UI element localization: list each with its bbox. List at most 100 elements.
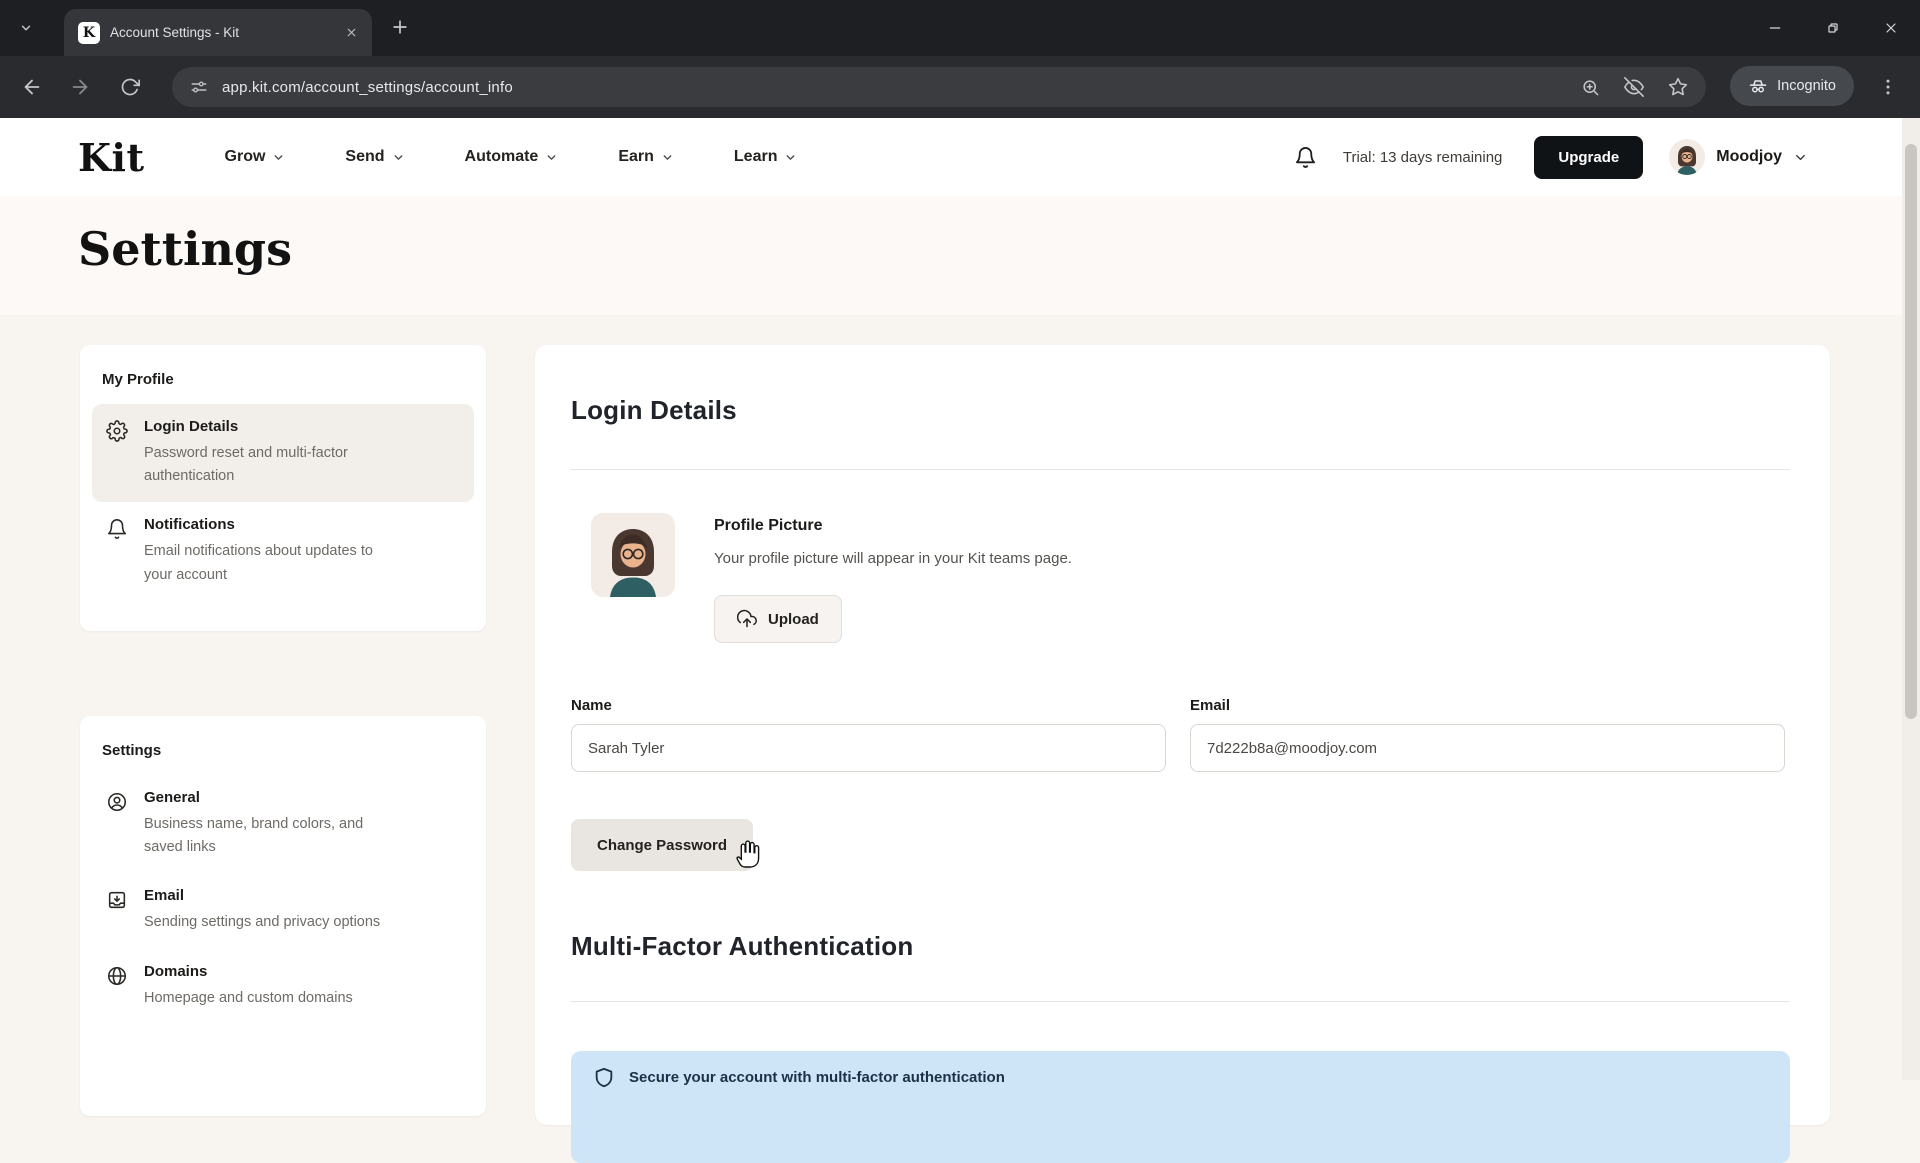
minimize-icon [1767, 20, 1783, 36]
browser-menu-button[interactable] [1878, 75, 1898, 99]
tab-search-button[interactable] [12, 14, 40, 42]
sidebar-item-description: Business name, brand colors, and saved l… [144, 813, 388, 859]
profile-picture-description: Your profile picture will appear in your… [714, 550, 1072, 567]
globe-icon [106, 963, 130, 987]
sidebar-item-login-details[interactable]: Login Details Password reset and multi-f… [92, 404, 474, 502]
account-avatar [1669, 139, 1705, 175]
tab-close-icon[interactable] [340, 22, 362, 44]
site-info-icon[interactable] [190, 78, 208, 96]
chevron-down-icon [661, 151, 674, 164]
login-details-panel: Login Details Profile Picture Your profi… [535, 345, 1830, 1125]
name-input[interactable] [571, 724, 1166, 772]
forward-arrow-icon [69, 76, 91, 98]
mfa-info-banner: Secure your account with multi-factor au… [571, 1051, 1790, 1163]
sidebar-item-label: Notifications [144, 516, 388, 533]
zoom-icon[interactable] [1581, 78, 1600, 97]
menu-grow-label: Grow [225, 148, 266, 166]
favicon-letter: K [83, 25, 95, 41]
tab-title: Account Settings - Kit [110, 25, 330, 40]
browser-toolbar: app.kit.com/account_settings/account_inf… [0, 56, 1920, 118]
account-menu[interactable]: Moodjoy [1669, 139, 1808, 175]
plus-icon [390, 17, 410, 37]
window-controls [1746, 0, 1920, 56]
section-heading-login-details: Login Details [571, 395, 737, 426]
profile-picture-label: Profile Picture [714, 517, 822, 535]
app-navbar: Kit Grow Send Automate Earn Learn Trial:… [0, 118, 1902, 196]
omnibox-actions [1581, 77, 1688, 97]
menu-automate[interactable]: Automate [465, 148, 559, 166]
sidebar-item-description: Homepage and custom domains [144, 987, 353, 1010]
gear-icon [106, 418, 130, 442]
address-bar[interactable]: app.kit.com/account_settings/account_inf… [172, 67, 1706, 107]
account-name: Moodjoy [1716, 148, 1782, 166]
restore-icon [1825, 20, 1841, 36]
divider [571, 469, 1790, 470]
sidebar-item-label: Login Details [144, 418, 388, 435]
forward-button[interactable] [62, 69, 98, 105]
scrollbar-thumb[interactable] [1905, 144, 1917, 719]
divider [571, 1001, 1790, 1002]
restore-button[interactable] [1804, 0, 1862, 56]
sidebar-item-domains[interactable]: Domains Homepage and custom domains [92, 949, 474, 1024]
browser-tab[interactable]: K Account Settings - Kit [64, 9, 372, 56]
bell-icon [106, 516, 130, 540]
sidebar-section-title: My Profile [102, 371, 474, 388]
profile-picture-image [591, 513, 675, 597]
close-icon [1883, 20, 1899, 36]
menu-send-label: Send [345, 148, 384, 166]
sidebar-item-description: Password reset and multi-factor authenti… [144, 442, 388, 488]
name-label: Name [571, 697, 612, 714]
sidebar-item-label: General [144, 789, 388, 806]
back-button[interactable] [14, 69, 50, 105]
incognito-badge: Incognito [1730, 66, 1854, 106]
tab-strip: K Account Settings - Kit [0, 0, 1920, 56]
change-password-button[interactable]: Change Password [571, 819, 753, 871]
sidebar-item-notifications[interactable]: Notifications Email notifications about … [92, 502, 474, 600]
menu-learn-label: Learn [734, 148, 778, 166]
menu-automate-label: Automate [465, 148, 539, 166]
url-text: app.kit.com/account_settings/account_inf… [222, 79, 1567, 96]
sidebar-item-description: Sending settings and privacy options [144, 911, 380, 934]
menu-earn[interactable]: Earn [618, 148, 674, 166]
new-tab-button[interactable] [390, 17, 410, 37]
sidebar-settings-card: Settings General Business name, brand co… [80, 716, 486, 1116]
chevron-down-icon [1793, 150, 1808, 165]
shield-icon [593, 1066, 615, 1089]
close-window-button[interactable] [1862, 0, 1920, 56]
trial-status: Trial: 13 days remaining [1343, 149, 1503, 166]
chevron-down-icon [784, 151, 797, 164]
kit-logo[interactable]: Kit [78, 135, 145, 180]
menu-send[interactable]: Send [345, 148, 404, 166]
password-eye-off-icon[interactable] [1624, 77, 1644, 97]
sidebar-item-general[interactable]: General Business name, brand colors, and… [92, 775, 474, 873]
inbox-download-icon [106, 887, 130, 911]
email-input[interactable] [1190, 724, 1785, 772]
upload-button[interactable]: Upload [714, 595, 842, 643]
sidebar-item-email[interactable]: Email Sending settings and privacy optio… [92, 873, 474, 948]
menu-earn-label: Earn [618, 148, 654, 166]
kit-favicon-icon: K [78, 22, 100, 44]
chevron-down-icon [545, 151, 558, 164]
page-scrollbar[interactable] [1902, 118, 1920, 1080]
reload-button[interactable] [112, 69, 148, 105]
chevron-down-icon [272, 151, 285, 164]
menu-grow[interactable]: Grow [225, 148, 286, 166]
kebab-menu-icon [1878, 75, 1898, 99]
mfa-banner-text: Secure your account with multi-factor au… [629, 1066, 1005, 1086]
incognito-icon [1748, 76, 1768, 96]
section-heading-mfa: Multi-Factor Authentication [571, 931, 913, 962]
user-circle-icon [106, 789, 130, 813]
sidebar-my-profile-card: My Profile Login Details Password reset … [80, 345, 486, 631]
sidebar-section-title: Settings [102, 742, 474, 759]
main-menu: Grow Send Automate Earn Learn [225, 148, 798, 166]
chevron-down-icon [19, 21, 33, 35]
notification-bell-icon[interactable] [1294, 146, 1317, 169]
page-title: Settings [78, 222, 292, 276]
minimize-button[interactable] [1746, 0, 1804, 56]
back-arrow-icon [21, 76, 43, 98]
menu-learn[interactable]: Learn [734, 148, 798, 166]
page-header: Settings [0, 196, 1902, 315]
bookmark-star-icon[interactable] [1668, 77, 1688, 97]
sidebar-item-label: Email [144, 887, 380, 904]
upgrade-button[interactable]: Upgrade [1534, 136, 1643, 179]
